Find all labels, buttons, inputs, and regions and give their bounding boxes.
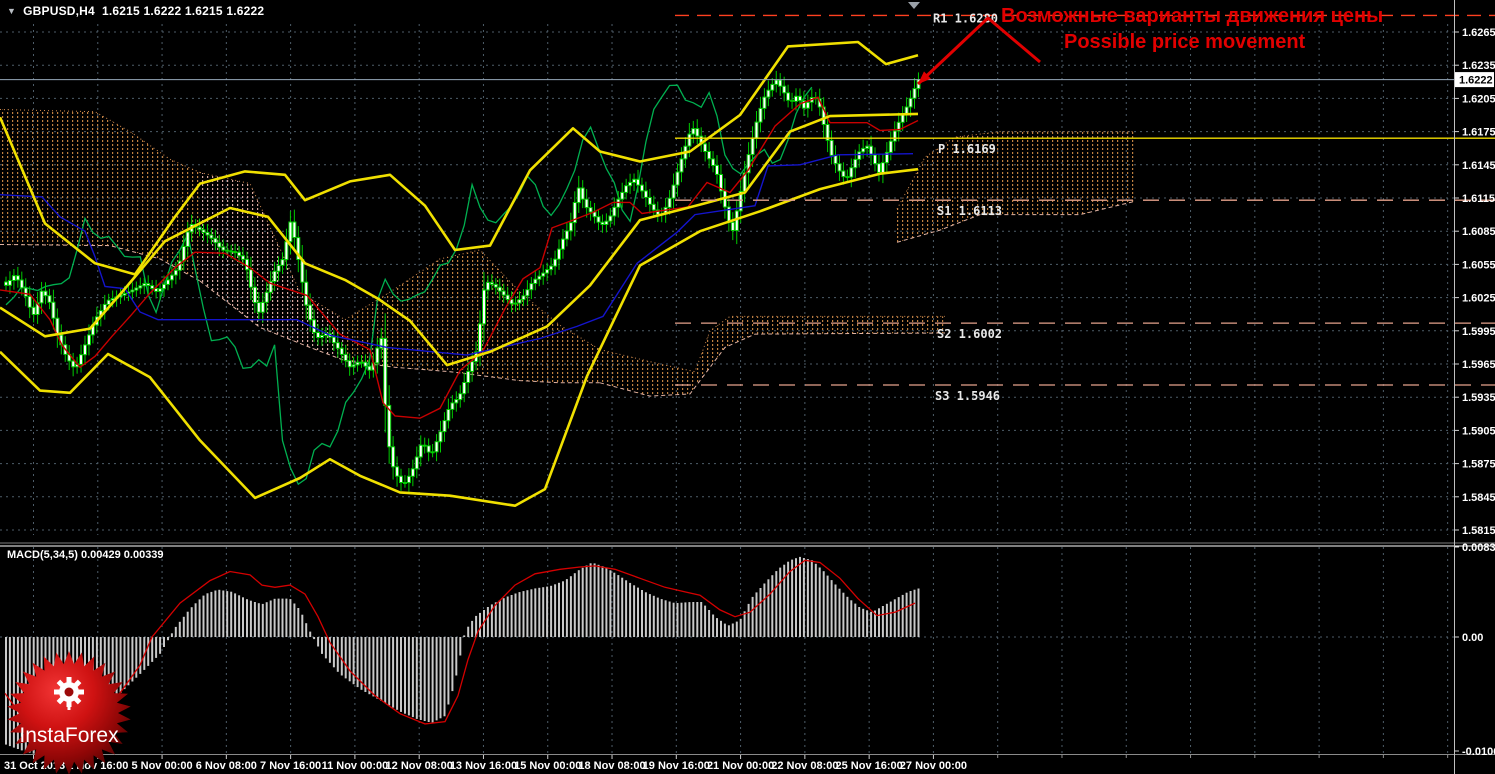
svg-text:1.6205: 1.6205	[1462, 93, 1495, 105]
pivot-label-P: P 1.6169	[938, 142, 996, 156]
grid-lines	[0, 24, 1454, 754]
svg-text:1.6222: 1.6222	[1459, 75, 1493, 87]
svg-text:1.5845: 1.5845	[1462, 492, 1495, 504]
svg-text:1.5875: 1.5875	[1462, 459, 1495, 471]
pane-dividers	[0, 0, 1495, 774]
ohlc-values: 1.6215 1.6222 1.6215 1.6222	[102, 4, 265, 18]
svg-text:1.6055: 1.6055	[1462, 259, 1495, 271]
svg-text:27 Nov 00:00: 27 Nov 00:00	[900, 760, 967, 772]
symbol-dropdown-icon[interactable]: ▼	[7, 6, 16, 16]
svg-text:1.5935: 1.5935	[1462, 392, 1495, 404]
time-axis[interactable]: 31 Oct 2013 1 Nov 16:00 5 Nov 00:00 6 Nov 0…	[4, 755, 1449, 772]
svg-text:7 Nov 16:00: 7 Nov 16:00	[260, 760, 321, 772]
pivot-label-S3: S3 1.5946	[935, 389, 1000, 403]
svg-text:25 Nov 16:00: 25 Nov 16:00	[836, 760, 903, 772]
svg-text:1.6265: 1.6265	[1462, 27, 1495, 39]
svg-text:-0.01069: -0.01069	[1462, 746, 1495, 758]
chart-title: ▼ GBPUSD,H4 1.6215 1.6222 1.6215 1.6222	[7, 4, 264, 18]
trading-chart-window: R1 1.6280 P 1.6169 S1 1.6113 S2 1.6002 S3 1.…	[0, 0, 1495, 774]
svg-text:1.6235: 1.6235	[1462, 60, 1495, 72]
svg-text:1.6175: 1.6175	[1462, 127, 1495, 139]
logo-text: InstaForex	[19, 724, 119, 747]
svg-text:1.5995: 1.5995	[1462, 326, 1495, 338]
macd-indicator-label: MACD(5,34,5) 0.00429 0.00339	[7, 549, 164, 561]
svg-text:1.6025: 1.6025	[1462, 293, 1495, 305]
pivot-label-S2: S2 1.6002	[937, 327, 1002, 341]
svg-text:15 Nov 00:00: 15 Nov 00:00	[514, 760, 581, 772]
svg-text:21 Nov 00:00: 21 Nov 00:00	[707, 760, 774, 772]
svg-text:1.6115: 1.6115	[1462, 193, 1495, 205]
chart-canvas[interactable]: R1 1.6280P 1.6169S1 1.6113S2 1.6002S3 1.…	[0, 0, 1495, 774]
svg-text:6 Nov 08:00: 6 Nov 08:00	[196, 760, 257, 772]
svg-text:12 Nov 08:00: 12 Nov 08:00	[386, 760, 453, 772]
object-marker-icon[interactable]	[908, 2, 920, 9]
svg-text:18 Nov 08:00: 18 Nov 08:00	[578, 760, 645, 772]
svg-text:11 Nov 00:00: 11 Nov 00:00	[322, 760, 389, 772]
instaforex-logo: InstaForex	[0, 645, 148, 774]
svg-text:0.00833: 0.00833	[1462, 542, 1495, 554]
symbol-period-label: GBPUSD,H4	[23, 4, 95, 18]
annotation-text-ru[interactable]: Возможные варианты движения цены	[1001, 5, 1383, 28]
svg-text:13 Nov 16:00: 13 Nov 16:00	[450, 760, 517, 772]
svg-text:1.5965: 1.5965	[1462, 359, 1495, 371]
svg-text:19 Nov 16:00: 19 Nov 16:00	[643, 760, 710, 772]
svg-text:1.6145: 1.6145	[1462, 160, 1495, 172]
svg-text:1.6085: 1.6085	[1462, 226, 1495, 238]
svg-text:0.00: 0.00	[1462, 632, 1483, 644]
logo-starburst	[7, 651, 131, 774]
price-axis[interactable]: 1.6265 1.6235 1.6205 1.6175 1.6145 1.6115 1.60…	[1454, 27, 1495, 758]
svg-text:1.5815: 1.5815	[1462, 525, 1495, 537]
svg-text:22 Nov 08:00: 22 Nov 08:00	[771, 760, 838, 772]
svg-text:1.5905: 1.5905	[1462, 425, 1495, 437]
annotation-text-en[interactable]: Possible price movement	[1064, 31, 1305, 54]
pivot-label-S1: S1 1.6113	[937, 204, 1002, 218]
